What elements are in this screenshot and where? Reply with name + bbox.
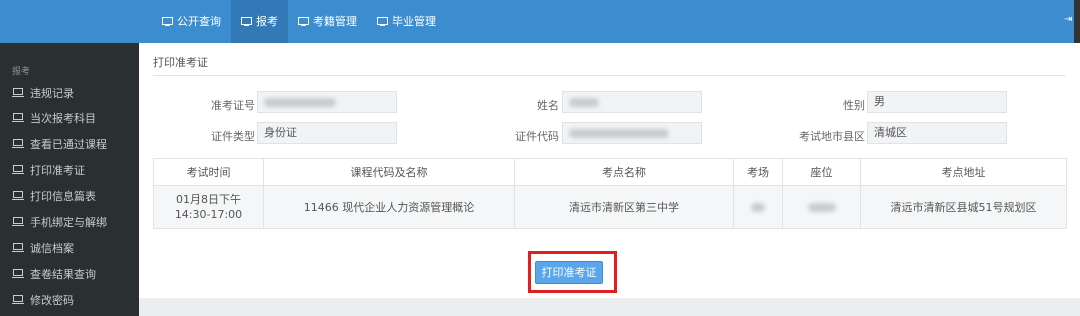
cell-course: 11466 现代企业人力资源管理概论: [263, 185, 515, 229]
sidebar-item-label: 查看已通过课程: [30, 138, 107, 151]
sidebar-item-integrity-record[interactable]: 诚信档案: [0, 236, 139, 260]
table-header-row: 考试时间 课程代码及名称 考点名称 考场 座位 考点地址: [153, 158, 1067, 186]
main-content: 打印准考证 准考证号 姓名 性别 男 证件类型 身份证 证件代码 考试地市县区 …: [139, 43, 1080, 298]
print-admission-button[interactable]: 打印准考证: [535, 261, 603, 284]
top-navbar: 公开查询 报考 考籍管理 毕业管理 ⇥: [0, 0, 1080, 43]
cell-time: 01月8日下午 14:30-17:00: [153, 185, 264, 229]
nav-records-management[interactable]: 考籍管理: [288, 0, 367, 43]
redacted-value: [569, 97, 599, 107]
sidebar-item-label: 诚信档案: [30, 242, 74, 255]
laptop-icon: [12, 243, 24, 253]
page-title: 打印准考证: [153, 56, 208, 69]
id-no-label: 证件代码: [515, 130, 559, 143]
monitor-icon: [241, 16, 252, 27]
sidebar-item-print-info-sheet[interactable]: 打印信息篇表: [0, 184, 139, 208]
redacted-value: [264, 97, 336, 107]
laptop-icon: [12, 165, 24, 175]
redacted-value: [751, 203, 765, 212]
name-label: 姓名: [537, 99, 559, 112]
monitor-icon: [298, 16, 309, 27]
nav-registration[interactable]: 报考: [231, 0, 288, 43]
exam-date: 01月8日下午: [176, 193, 241, 206]
col-header-address: 考点地址: [860, 158, 1067, 186]
redacted-value: [569, 128, 669, 138]
sidebar-item-change-password[interactable]: 修改密码: [0, 288, 139, 312]
sidebar: 报考 违规记录 当次报考科目 查看已通过课程 打印准考证 打印信息篇表 手机绑定…: [0, 43, 139, 316]
region-field: 清城区: [867, 122, 1007, 144]
cell-room: [733, 185, 783, 229]
top-nav: 公开查询 报考 考籍管理 毕业管理: [152, 0, 446, 43]
id-type-field: 身份证: [257, 122, 397, 144]
divider: [153, 75, 1066, 76]
nav-graduation-management[interactable]: 毕业管理: [367, 0, 446, 43]
sidebar-header: 报考: [12, 67, 31, 77]
nav-label: 考籍管理: [313, 15, 357, 28]
sidebar-item-label: 手机绑定与解绑: [30, 216, 107, 229]
region-label: 考试地市县区: [799, 130, 865, 143]
sidebar-item-violations[interactable]: 违规记录: [0, 81, 139, 105]
scrollbar-tab[interactable]: [1074, 0, 1080, 46]
sidebar-item-label: 打印准考证: [30, 164, 85, 177]
laptop-icon: [12, 217, 24, 227]
col-header-room: 考场: [733, 158, 783, 186]
sidebar-item-current-subjects[interactable]: 当次报考科目: [0, 106, 139, 130]
sidebar-item-label: 修改密码: [30, 294, 74, 307]
nav-public-query[interactable]: 公开查询: [152, 0, 231, 43]
nav-label: 公开查询: [177, 15, 221, 28]
cell-seat: [782, 185, 861, 229]
col-header-site: 考点名称: [514, 158, 734, 186]
laptop-icon: [12, 113, 24, 123]
table-row: 01月8日下午 14:30-17:00 11466 现代企业人力资源管理概论 清…: [153, 185, 1067, 229]
col-header-course: 课程代码及名称: [263, 158, 515, 186]
sidebar-item-label: 打印信息篇表: [30, 190, 96, 203]
sidebar-item-label: 查卷结果查询: [30, 268, 96, 281]
exam-table: 考试时间 课程代码及名称 考点名称 考场 座位 考点地址 01月8日下午 14:…: [153, 158, 1067, 229]
laptop-icon: [12, 269, 24, 279]
nav-label: 毕业管理: [392, 15, 436, 28]
gender-label: 性别: [843, 99, 865, 112]
laptop-icon: [12, 295, 24, 305]
sidebar-item-print-admission[interactable]: 打印准考证: [0, 158, 139, 182]
name-field: [562, 91, 702, 113]
admission-no-label: 准考证号: [211, 99, 255, 112]
monitor-icon: [377, 16, 388, 27]
laptop-icon: [12, 139, 24, 149]
id-no-field: [562, 122, 702, 144]
admission-no-field: [257, 91, 397, 113]
nav-label: 报考: [256, 15, 278, 28]
laptop-icon: [12, 88, 24, 98]
laptop-icon: [12, 191, 24, 201]
sign-out-icon[interactable]: ⇥: [1064, 14, 1072, 25]
redacted-value: [807, 203, 836, 212]
cell-site: 清远市清新区第三中学: [514, 185, 734, 229]
monitor-icon: [162, 16, 173, 27]
sidebar-item-label: 当次报考科目: [30, 112, 96, 125]
id-type-label: 证件类型: [211, 130, 255, 143]
col-header-time: 考试时间: [153, 158, 264, 186]
sidebar-item-paper-review[interactable]: 查卷结果查询: [0, 262, 139, 286]
col-header-seat: 座位: [782, 158, 861, 186]
cell-address: 清远市清新区县城51号规划区: [860, 185, 1067, 229]
exam-time-range: 14:30-17:00: [174, 208, 243, 221]
gender-field: 男: [867, 91, 1007, 113]
sidebar-item-passed-courses[interactable]: 查看已通过课程: [0, 132, 139, 156]
sidebar-item-label: 违规记录: [30, 87, 74, 100]
footer-strip: [139, 298, 1080, 316]
sidebar-item-phone-binding[interactable]: 手机绑定与解绑: [0, 210, 139, 234]
